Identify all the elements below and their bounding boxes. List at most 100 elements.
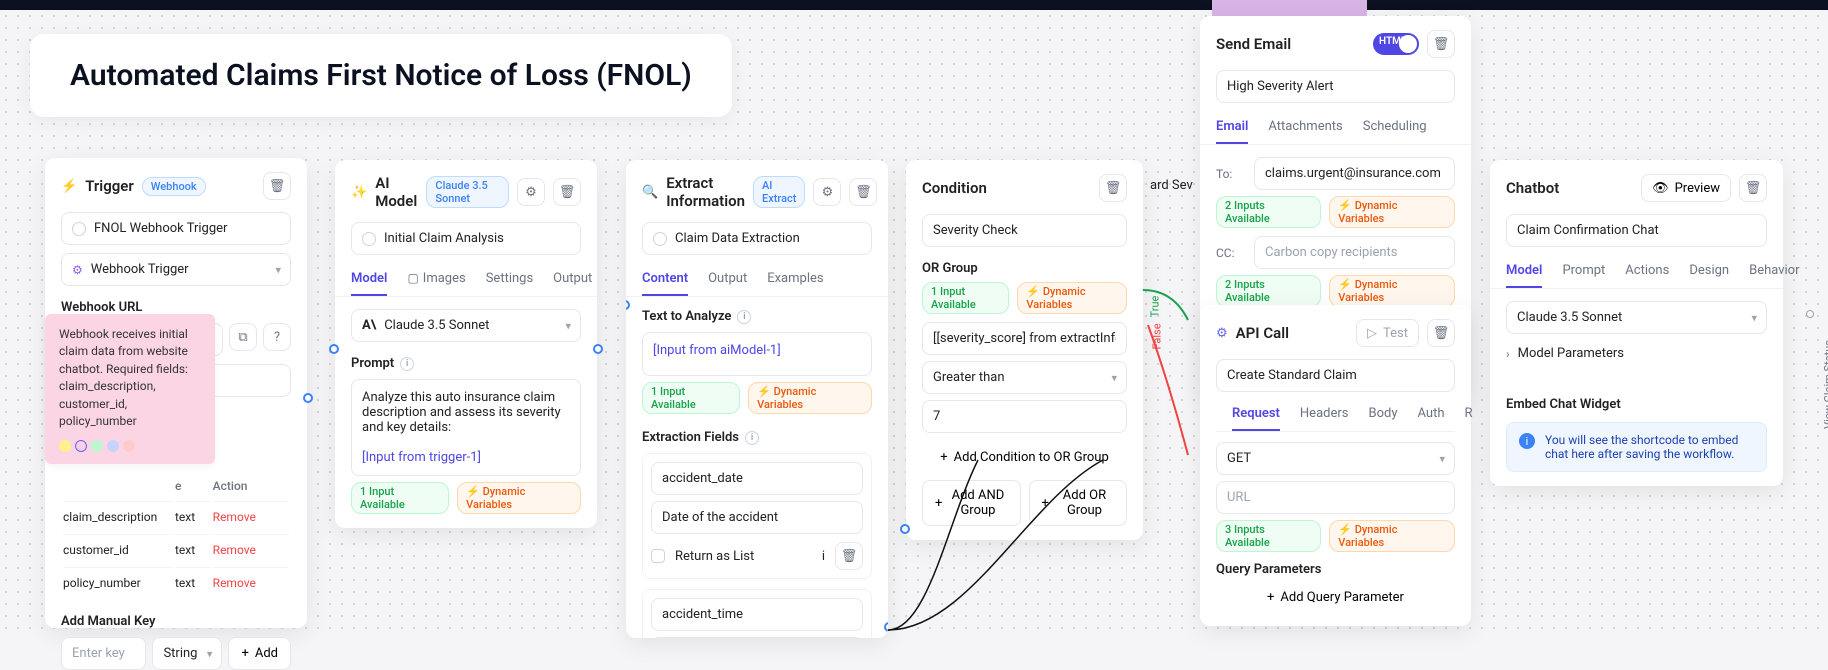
http-method-select[interactable]: GET bbox=[1216, 442, 1455, 475]
delete-field-button[interactable]: 🗑 bbox=[835, 542, 863, 570]
trigger-name-field[interactable]: FNOL Webhook Trigger bbox=[61, 212, 291, 245]
trigger-type-select[interactable]: ⚙Webhook Trigger bbox=[61, 253, 291, 286]
dynamic-vars-badge[interactable]: ⚡ Dynamic Variables bbox=[1329, 196, 1455, 228]
node-extract[interactable]: 🔍 Extract Information AI Extract ⚙ 🗑 Cla… bbox=[626, 160, 888, 638]
inputs-available-badge[interactable]: 1 Input Available bbox=[922, 282, 1009, 314]
model-params-row[interactable]: ›Model Parameters bbox=[1506, 340, 1767, 367]
text-to-analyze-field[interactable]: [Input from aiModel-1] bbox=[642, 332, 872, 376]
info-icon[interactable]: i bbox=[745, 431, 759, 445]
tab-prompt[interactable]: Prompt bbox=[1562, 255, 1605, 288]
remove-button[interactable]: Remove bbox=[213, 576, 256, 590]
model-select[interactable]: A\Claude 3.5 Sonnet bbox=[351, 309, 581, 342]
delete-button[interactable]: 🗑 bbox=[1099, 174, 1127, 202]
tab-model[interactable]: Model bbox=[351, 263, 387, 296]
tab-output[interactable]: Output bbox=[553, 263, 592, 296]
sticky-note[interactable]: Webhook receives initial claim data from… bbox=[45, 314, 215, 464]
preview-button[interactable]: 👁Preview bbox=[1641, 174, 1731, 202]
node-name-field[interactable]: Claim Data Extraction bbox=[642, 222, 872, 255]
tab-images[interactable]: ▢Images bbox=[407, 263, 465, 296]
tab-auth[interactable]: Auth bbox=[1418, 398, 1445, 431]
color-dot[interactable] bbox=[59, 440, 71, 452]
prompt-textarea[interactable]: Analyze this auto insurance claim descri… bbox=[351, 379, 581, 476]
html-toggle[interactable]: HTML bbox=[1373, 33, 1419, 55]
api-name-input[interactable] bbox=[1216, 359, 1455, 392]
node-api-call[interactable]: ⚙ API Call ▷Test 🗑 Request Headers Body … bbox=[1200, 305, 1471, 626]
inputs-available-badge[interactable]: 2 Inputs Available bbox=[1216, 196, 1321, 228]
condition-value-input[interactable] bbox=[922, 400, 1127, 433]
tab-design[interactable]: Design bbox=[1689, 255, 1729, 288]
email-name-input[interactable] bbox=[1216, 70, 1455, 103]
info-icon[interactable]: i bbox=[400, 357, 414, 371]
to-input[interactable] bbox=[1254, 157, 1455, 190]
delete-button[interactable]: 🗑 bbox=[1427, 30, 1455, 58]
input-token[interactable]: [Input from trigger-1] bbox=[362, 450, 481, 465]
dynamic-vars-badge[interactable]: ⚡ Dynamic Variables bbox=[748, 382, 872, 414]
condition-expr-input[interactable] bbox=[922, 322, 1127, 355]
field-name-input[interactable] bbox=[651, 462, 863, 495]
help-button[interactable]: ? bbox=[263, 323, 291, 351]
add-query-param-button[interactable]: +Add Query Parameter bbox=[1255, 583, 1416, 612]
tab-body[interactable]: Body bbox=[1369, 398, 1398, 431]
node-ai-model[interactable]: ✨ AI Model Claude 3.5 Sonnet ⚙ 🗑 Initial… bbox=[335, 160, 597, 528]
api-url-input[interactable] bbox=[1216, 481, 1455, 514]
delete-button[interactable]: 🗑 bbox=[263, 172, 291, 200]
add-button[interactable]: +Add bbox=[228, 637, 291, 670]
node-condition[interactable]: Condition 🗑 OR Group 1 Input Available ⚡… bbox=[906, 160, 1143, 540]
delete-button[interactable]: 🗑 bbox=[1427, 319, 1455, 347]
add-or-group-button[interactable]: +Add OR Group bbox=[1029, 480, 1128, 526]
tab-behavior[interactable]: Behavior bbox=[1749, 255, 1799, 288]
inputs-available-badge[interactable]: 1 Input Available bbox=[351, 482, 449, 514]
test-button[interactable]: ▷Test bbox=[1356, 319, 1419, 347]
settings-button[interactable]: ⚙ bbox=[517, 178, 545, 206]
tab-attachments[interactable]: Attachments bbox=[1268, 111, 1342, 144]
remove-button[interactable]: Remove bbox=[213, 510, 256, 524]
inputs-available-badge[interactable]: 2 Inputs Available bbox=[1216, 275, 1321, 307]
tab-output[interactable]: Output bbox=[708, 263, 747, 296]
manual-type-select[interactable]: String bbox=[152, 637, 222, 670]
inputs-available-badge[interactable]: 3 Inputs Available bbox=[1216, 520, 1321, 552]
tab-headers[interactable]: Headers bbox=[1300, 398, 1349, 431]
side-rail-label[interactable]: View Claim Status bbox=[1822, 340, 1828, 429]
copy-button[interactable]: ⧉ bbox=[229, 323, 257, 351]
chatbot-model-select[interactable]: Claude 3.5 Sonnet bbox=[1506, 301, 1767, 334]
tab-content[interactable]: Content bbox=[642, 263, 688, 296]
info-icon[interactable]: i bbox=[737, 310, 751, 324]
dynamic-vars-badge[interactable]: ⚡ Dynamic Variables bbox=[1017, 282, 1127, 314]
field-desc-input[interactable] bbox=[651, 501, 863, 534]
tab-actions[interactable]: Actions bbox=[1625, 255, 1669, 288]
condition-name-input[interactable] bbox=[922, 214, 1127, 247]
manual-key-input[interactable] bbox=[61, 637, 146, 670]
dynamic-vars-badge[interactable]: ⚡ Dynamic Variables bbox=[457, 482, 581, 514]
sticky-color-palette[interactable] bbox=[59, 440, 201, 452]
field-name-input[interactable] bbox=[651, 598, 863, 631]
delete-button[interactable]: 🗑 bbox=[553, 178, 581, 206]
tab-examples[interactable]: Examples bbox=[767, 263, 823, 296]
chatbot-name-input[interactable] bbox=[1506, 214, 1767, 247]
add-and-group-button[interactable]: +Add AND Group bbox=[922, 480, 1021, 526]
settings-button[interactable]: ⚙ bbox=[813, 178, 841, 206]
tab-settings[interactable]: Settings bbox=[486, 263, 533, 296]
dynamic-vars-badge[interactable]: ⚡ Dynamic Variables bbox=[1329, 275, 1455, 307]
node-name-field[interactable]: Initial Claim Analysis bbox=[351, 222, 581, 255]
operator-select[interactable]: Greater than bbox=[922, 361, 1127, 394]
info-icon[interactable]: i bbox=[822, 549, 825, 564]
color-dot[interactable] bbox=[123, 440, 135, 452]
cc-input[interactable] bbox=[1254, 236, 1455, 269]
input-token[interactable]: [Input from aiModel-1] bbox=[653, 343, 781, 358]
tab-more[interactable]: R bbox=[1465, 398, 1473, 431]
remove-button[interactable]: Remove bbox=[213, 543, 256, 557]
tab-scheduling[interactable]: Scheduling bbox=[1363, 111, 1427, 144]
delete-button[interactable]: 🗑 bbox=[1739, 174, 1767, 202]
node-chatbot[interactable]: Chatbot 👁Preview 🗑 Model Prompt Actions … bbox=[1490, 160, 1783, 486]
color-dot[interactable] bbox=[107, 440, 119, 452]
tab-email[interactable]: Email bbox=[1216, 111, 1248, 144]
tab-model[interactable]: Model bbox=[1506, 255, 1542, 288]
delete-button[interactable]: 🗑 bbox=[849, 178, 877, 206]
return-list-checkbox[interactable] bbox=[651, 549, 665, 563]
tab-request[interactable]: Request bbox=[1232, 398, 1280, 431]
color-dot-selected[interactable] bbox=[75, 440, 87, 452]
color-dot[interactable] bbox=[91, 440, 103, 452]
dynamic-vars-badge[interactable]: ⚡ Dynamic Variables bbox=[1329, 520, 1455, 552]
inputs-available-badge[interactable]: 1 Input Available bbox=[642, 382, 740, 414]
add-condition-or-button[interactable]: +Add Condition to OR Group bbox=[928, 443, 1121, 472]
